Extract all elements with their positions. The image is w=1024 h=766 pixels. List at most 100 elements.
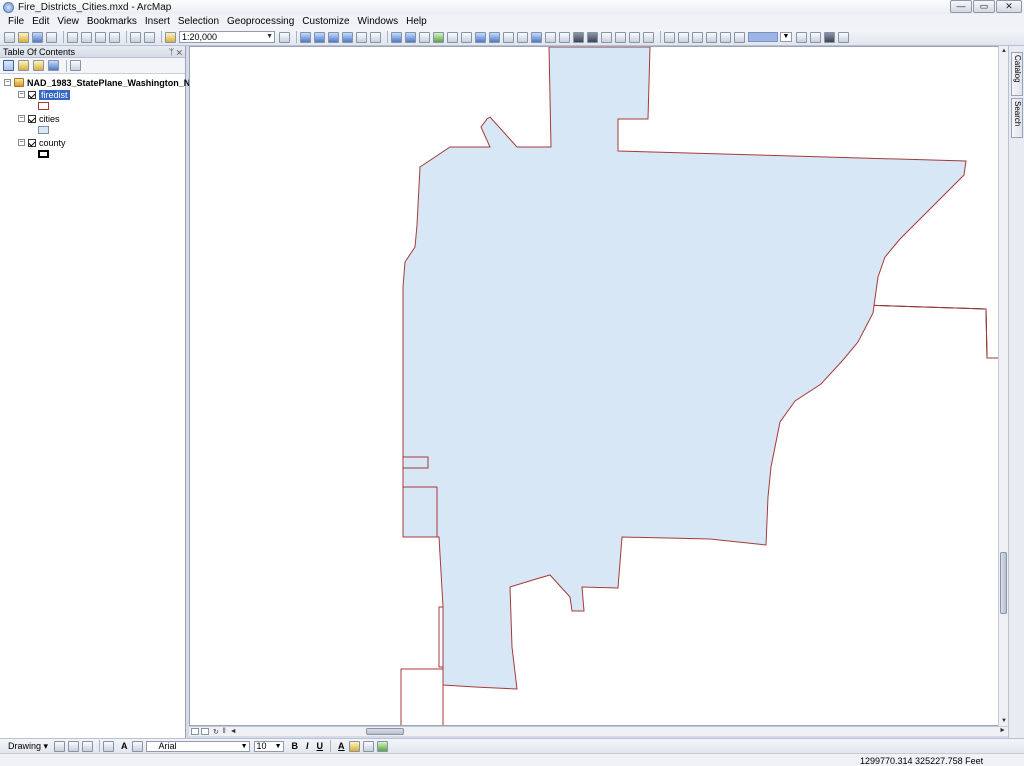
layer-row-firedist[interactable]: − firedist <box>18 89 70 100</box>
model-builder-icon[interactable] <box>370 31 381 43</box>
layer-name-firedist[interactable]: firedist <box>39 89 70 100</box>
map-canvas[interactable] <box>190 47 1008 726</box>
fixed-zoom-in-icon[interactable] <box>447 31 458 43</box>
text-tool-button[interactable]: A <box>121 741 128 751</box>
collapse-icon[interactable]: − <box>4 79 11 86</box>
catalog-window-icon[interactable] <box>314 31 325 43</box>
menu-help[interactable]: Help <box>402 16 431 27</box>
map-vertical-scrollbar[interactable]: ▲ ▼ <box>998 46 1008 726</box>
layer-row-cities[interactable]: − cities <box>18 113 60 124</box>
map-scale-input[interactable]: 1:20,000 <box>179 31 275 43</box>
catalog-tab[interactable]: Catalog <box>1011 52 1023 96</box>
menu-edit[interactable]: Edit <box>28 16 53 27</box>
scroll-right-arrow-icon[interactable]: ► <box>999 727 1006 734</box>
map-display[interactable] <box>189 46 1008 726</box>
list-by-visibility-icon[interactable] <box>33 60 44 71</box>
pan-icon[interactable] <box>419 31 430 43</box>
list-by-drawing-order-icon[interactable] <box>3 60 14 71</box>
drawing-menu[interactable]: Drawing ▾ <box>8 741 48 752</box>
layout-view-icon[interactable] <box>201 728 209 735</box>
search-tab[interactable]: Search <box>1011 98 1023 138</box>
measure-icon[interactable] <box>573 31 584 43</box>
select-elements-icon[interactable] <box>54 740 66 752</box>
font-name-select[interactable]: Arial <box>145 740 250 752</box>
list-by-selection-icon[interactable] <box>48 60 59 71</box>
layout-zoom-in-icon[interactable] <box>664 31 675 43</box>
menu-insert[interactable]: Insert <box>141 16 174 27</box>
zoom-to-selected-elements-icon[interactable] <box>82 740 94 752</box>
refresh-view-icon[interactable]: ↻ <box>213 728 219 736</box>
open-folder-icon[interactable] <box>18 31 29 43</box>
collapse-icon[interactable]: − <box>18 115 25 122</box>
menu-selection[interactable]: Selection <box>174 16 223 27</box>
rotate-icon[interactable] <box>68 740 80 752</box>
collapse-icon[interactable]: − <box>18 91 25 98</box>
menu-geoprocessing[interactable]: Geoprocessing <box>223 16 298 27</box>
editor-toolbar-icon[interactable] <box>279 31 290 43</box>
copy-icon[interactable] <box>81 31 92 43</box>
toc-pin-close-controls[interactable]: ᛘ ✕ <box>169 46 182 58</box>
toggle-draft-mode-icon[interactable] <box>796 31 807 43</box>
toc-options-icon[interactable] <box>70 60 81 71</box>
select-features-icon[interactable] <box>503 31 514 43</box>
menu-file[interactable]: File <box>4 16 28 27</box>
font-size-select[interactable]: 10 <box>253 740 284 752</box>
go-forward-icon[interactable] <box>489 31 500 43</box>
focus-data-frame-icon[interactable] <box>810 31 821 43</box>
full-extent-icon[interactable] <box>433 31 444 43</box>
new-document-icon[interactable] <box>4 31 15 43</box>
layout-back-icon[interactable] <box>734 31 745 43</box>
horizontal-scroll-thumb[interactable] <box>366 728 404 735</box>
line-color-icon[interactable] <box>362 740 374 752</box>
identify-icon[interactable] <box>531 31 542 43</box>
zoom-whole-page-icon[interactable] <box>706 31 717 43</box>
county-symbol[interactable] <box>38 150 49 158</box>
layer-name-cities[interactable]: cities <box>39 114 60 124</box>
find-binoculars-icon[interactable] <box>587 31 598 43</box>
minimize-button[interactable]: — <box>950 0 972 13</box>
menu-customize[interactable]: Customize <box>298 16 353 27</box>
layout-zoom-out-icon[interactable] <box>678 31 689 43</box>
underline-button[interactable]: U <box>317 741 324 751</box>
map-horizontal-scrollbar[interactable]: ↻ ‖ ◄ ► <box>189 726 1008 736</box>
data-view-icon[interactable] <box>191 728 199 735</box>
menu-view[interactable]: View <box>53 16 83 27</box>
font-color-button[interactable]: A <box>338 741 345 751</box>
layer-visibility-checkbox[interactable] <box>28 90 36 99</box>
zoom-100-percent-icon[interactable] <box>720 31 731 43</box>
menu-bookmarks[interactable]: Bookmarks <box>83 16 141 27</box>
cities-symbol[interactable] <box>38 126 49 134</box>
arctoolbox-icon[interactable] <box>342 31 353 43</box>
html-popup-icon[interactable] <box>559 31 570 43</box>
layout-zoom-dropdown[interactable]: ▼ <box>780 32 792 42</box>
layer-visibility-checkbox[interactable] <box>28 114 36 123</box>
marker-color-icon[interactable] <box>376 740 388 752</box>
menu-windows[interactable]: Windows <box>354 16 403 27</box>
select-elements-icon[interactable] <box>517 31 528 43</box>
fill-color-icon[interactable] <box>348 740 360 752</box>
layout-pan-icon[interactable] <box>692 31 703 43</box>
bold-button[interactable]: B <box>292 741 299 751</box>
collapse-icon[interactable]: − <box>18 139 25 146</box>
close-button[interactable]: ✕ <box>996 0 1022 13</box>
scroll-left-arrow-icon[interactable]: ◄ <box>230 728 237 735</box>
layer-name-county[interactable]: county <box>39 138 66 148</box>
save-icon[interactable] <box>32 31 43 43</box>
layer-visibility-checkbox[interactable] <box>28 138 36 147</box>
italic-button[interactable]: I <box>306 741 309 751</box>
vertical-scroll-thumb[interactable] <box>1000 552 1007 614</box>
city-polygon[interactable] <box>402 47 967 690</box>
time-slider-icon[interactable] <box>629 31 640 43</box>
undo-icon[interactable] <box>130 31 141 43</box>
redo-icon[interactable] <box>144 31 155 43</box>
hyperlink-icon[interactable] <box>545 31 556 43</box>
goto-xy-icon[interactable] <box>615 31 626 43</box>
layer-row-county[interactable]: − county <box>18 137 66 148</box>
firedist-symbol[interactable] <box>38 102 49 110</box>
python-window-icon[interactable] <box>356 31 367 43</box>
add-data-icon[interactable] <box>165 31 176 43</box>
layout-zoom-input[interactable] <box>748 32 778 42</box>
go-back-icon[interactable] <box>475 31 486 43</box>
paste-icon[interactable] <box>95 31 106 43</box>
edit-vertices-icon[interactable] <box>131 740 143 752</box>
